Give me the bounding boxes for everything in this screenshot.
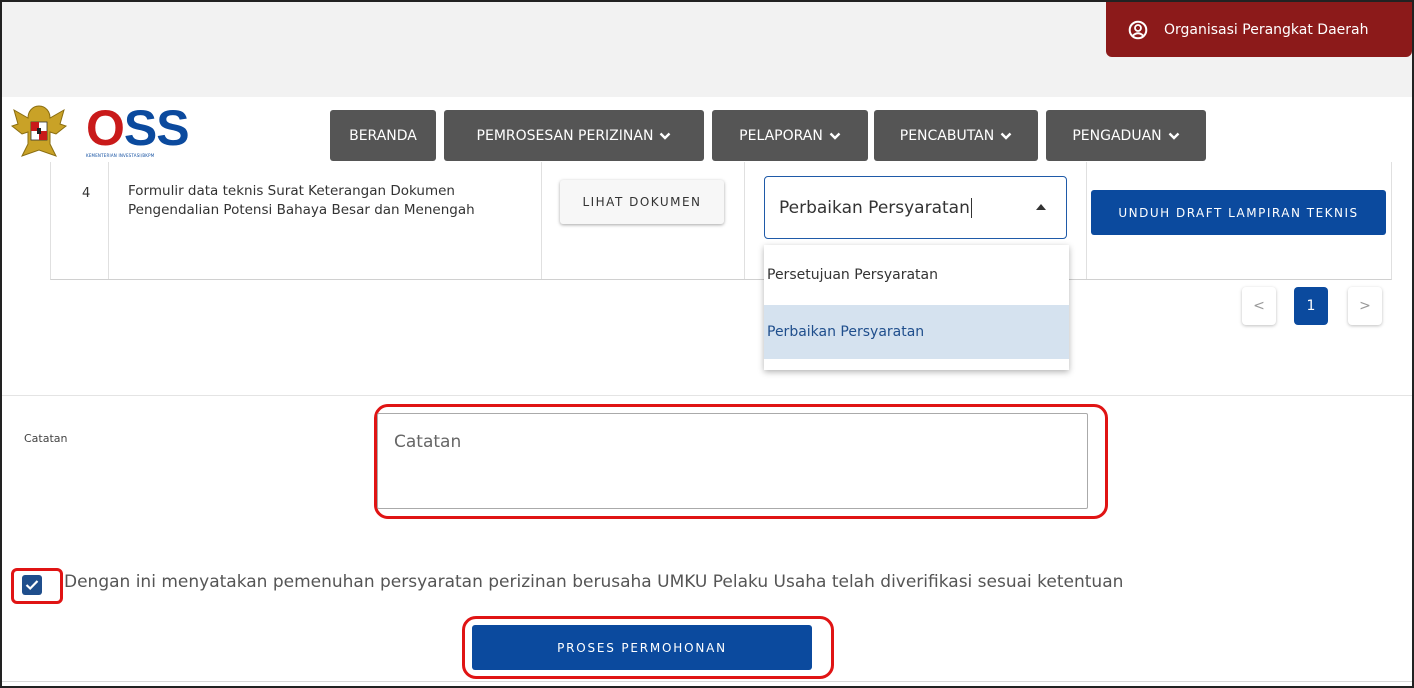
catatan-label: Catatan <box>24 432 68 445</box>
page-frame: Organisasi Perangkat Daerah OSS KEMENTER… <box>0 0 1414 688</box>
oss-logo-o: O <box>86 99 125 156</box>
table-column-divider <box>108 162 109 279</box>
declaration-text: Dengan ini menyatakan pemenuhan persyara… <box>64 572 1124 592</box>
download-draft-button[interactable]: UNDUH DRAFT LAMPIRAN TEKNIS <box>1091 190 1386 235</box>
garuda-emblem-icon <box>10 105 68 157</box>
caret-up-icon <box>1036 204 1046 210</box>
chevron-down-icon <box>660 132 671 140</box>
chevron-down-icon <box>1000 132 1012 140</box>
view-document-button[interactable]: LIHAT DOKUMEN <box>560 180 724 224</box>
chevron-down-icon <box>1168 132 1179 140</box>
nav-pencabutan[interactable]: PENCABUTAN <box>874 110 1038 161</box>
status-select[interactable]: Perbaikan Persyaratan <box>764 176 1067 239</box>
dropdown-option-perbaikan[interactable]: Perbaikan Persyaratan <box>764 305 1069 359</box>
table-column-divider <box>1086 162 1087 279</box>
nav-pelaporan-label: PELAPORAN <box>739 127 823 144</box>
dropdown-option-label: Perbaikan Persyaratan <box>767 324 925 340</box>
nav-pelaporan[interactable]: PELAPORAN <box>712 110 868 161</box>
row-number: 4 <box>82 186 91 201</box>
nav-beranda[interactable]: BERANDA <box>330 110 436 161</box>
dropdown-option-label: Persetujuan Persyaratan <box>767 267 938 283</box>
document-name: Formulir data teknis Surat Keterangan Do… <box>128 183 475 218</box>
declaration-checkbox[interactable] <box>22 575 42 595</box>
checkmark-icon <box>25 580 39 591</box>
pagination-prev-button[interactable]: < <box>1242 287 1276 325</box>
pagination-page-1[interactable]: 1 <box>1294 287 1328 325</box>
catatan-input[interactable] <box>377 413 1088 509</box>
nav-pengaduan[interactable]: PENGADUAN <box>1046 110 1206 161</box>
status-select-value: Perbaikan Persyaratan <box>779 197 970 218</box>
user-role-label: Organisasi Perangkat Daerah <box>1164 21 1369 38</box>
bottom-divider <box>2 681 1412 682</box>
table-column-divider <box>541 162 542 279</box>
process-request-button[interactable]: PROSES PERMOHONAN <box>472 625 812 670</box>
nav-pencabutan-label: PENCABUTAN <box>899 127 995 144</box>
section-divider <box>2 395 1412 396</box>
nav-pengaduan-label: PENGADUAN <box>1072 127 1162 144</box>
nav-beranda-label: BERANDA <box>349 127 417 144</box>
status-dropdown-menu: Persetujuan Persyaratan Perbaikan Persya… <box>764 245 1069 370</box>
nav-pemrosesan-perizinan[interactable]: PEMROSESAN PERIZINAN <box>444 110 704 161</box>
user-circle-icon <box>1128 20 1148 40</box>
text-cursor <box>970 197 972 218</box>
user-role-badge[interactable]: Organisasi Perangkat Daerah <box>1106 2 1412 57</box>
nav-pemrosesan-label: PEMROSESAN PERIZINAN <box>476 127 654 144</box>
oss-logo-text: OSS <box>86 103 190 153</box>
oss-logo[interactable]: OSS KEMENTERIAN INVESTASI/BKPM <box>10 100 190 162</box>
oss-logo-ss: SS <box>123 99 190 156</box>
table-column-divider <box>744 162 745 279</box>
oss-logo-subtitle: KEMENTERIAN INVESTASI/BKPM <box>86 152 155 158</box>
chevron-down-icon <box>829 132 841 140</box>
dropdown-option-persetujuan[interactable]: Persetujuan Persyaratan <box>764 248 1069 302</box>
pagination-next-button[interactable]: > <box>1348 287 1382 325</box>
